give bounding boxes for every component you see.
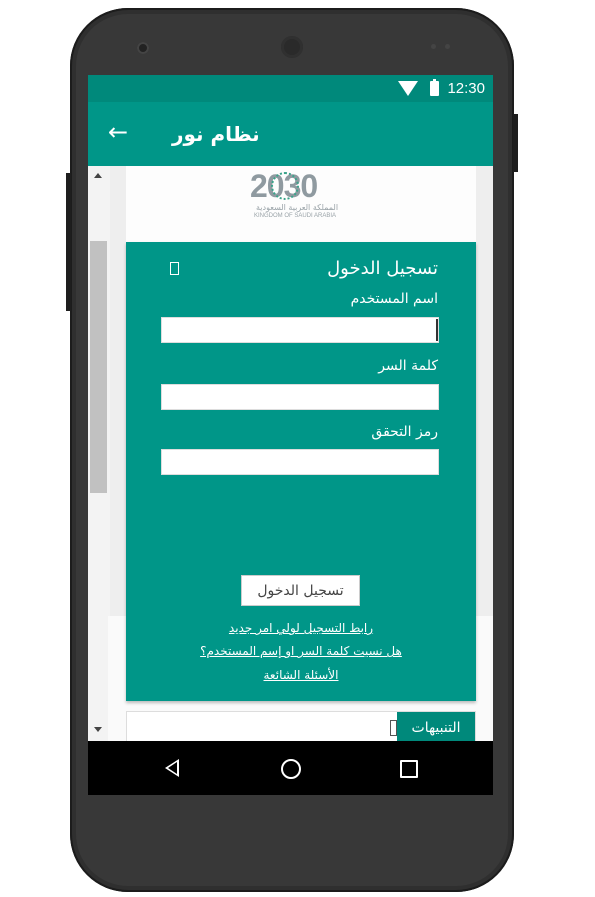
scrollbar-thumb[interactable] [90, 241, 107, 493]
logo-english-text: KINGDOM OF SAUDI ARABIA [254, 213, 337, 219]
phone-screen: 12:30 ← نظام نور 2030 المملكة العربية ال… [88, 75, 493, 795]
alerts-tab[interactable]: التنبيهات [397, 712, 475, 741]
scroll-down-arrow-icon[interactable] [94, 727, 102, 732]
login-button[interactable]: تسجيل الدخول [241, 575, 360, 606]
text-cursor [436, 319, 438, 341]
alerts-panel: التنبيهات [126, 711, 476, 741]
missing-glyph-icon [170, 262, 179, 275]
wifi-icon [398, 81, 418, 96]
scroll-up-arrow-icon[interactable] [94, 173, 102, 178]
username-label: اسم المستخدم [350, 291, 438, 307]
password-input[interactable] [161, 384, 439, 410]
forgot-credentials-link[interactable]: هل نسيت كلمة السر او إسم المستخدم؟ [126, 644, 476, 658]
password-label: كلمة السر [378, 358, 438, 374]
captcha-input[interactable] [161, 449, 439, 475]
palm-emblem-icon [271, 172, 299, 200]
vision-2030-logo: 2030 المملكة العربية السعودية KINGDOM OF… [126, 166, 476, 242]
earpiece-speaker-icon [281, 36, 303, 58]
app-bar: ← نظام نور [88, 102, 493, 166]
page-content[interactable]: 2030 المملكة العربية السعودية KINGDOM OF… [88, 166, 493, 741]
status-time: 12:30 [447, 80, 485, 97]
login-heading: تسجيل الدخول [327, 258, 438, 279]
home-circle-icon[interactable] [281, 759, 301, 779]
sensor-dot-icon [431, 44, 436, 49]
recents-square-icon[interactable] [400, 760, 418, 778]
login-card: تسجيل الدخول اسم المستخدم كلمة السر رمز … [126, 242, 476, 701]
logo-arabic-text: المملكة العربية السعودية [256, 203, 339, 212]
back-triangle-inner [168, 762, 177, 774]
app-title: نظام نور [172, 122, 260, 146]
missing-glyph-icon [390, 720, 397, 736]
status-bar: 12:30 [88, 75, 493, 102]
back-arrow-icon[interactable]: ← [108, 120, 128, 144]
navigation-bar [88, 741, 493, 795]
register-guardian-link[interactable]: رابط التسجيل لولي امر جديد [126, 621, 476, 635]
username-input[interactable] [161, 317, 439, 343]
captcha-label: رمز التحقق [371, 424, 438, 440]
faq-link[interactable]: الأسئلة الشائعة [126, 668, 476, 682]
scrollbar[interactable] [88, 166, 110, 741]
power-button [513, 114, 518, 172]
back-triangle-icon[interactable] [165, 759, 179, 777]
sensor-dot-icon [445, 44, 450, 49]
volume-button [66, 173, 71, 311]
battery-icon [430, 79, 439, 96]
front-camera-icon [137, 42, 149, 54]
